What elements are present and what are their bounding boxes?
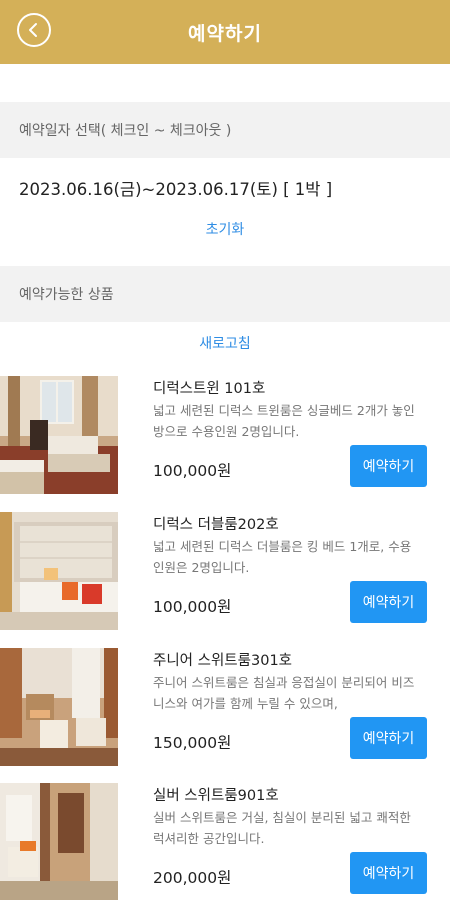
room-name: 주니어 스위트룸301호: [153, 653, 293, 669]
room-item: 실버 스위트룸901호 실버 스위트룸은 거실, 침실이 분리된 넓고 쾌적한 …: [0, 783, 450, 900]
room-description: 실버 스위트룸은 거실, 침실이 분리된 넓고 쾌적한 럭셔리한 공간입니다.: [153, 810, 411, 846]
page-title: 예약하기: [188, 23, 262, 45]
app-bar: 예약하기: [0, 0, 450, 64]
room-photo: [0, 648, 118, 766]
room-description: 넓고 세련된 디럭스 더블룸은 킹 베드 1개로, 수용인원은 2명입니다.: [153, 539, 412, 575]
room-price: 100,000원: [153, 598, 232, 616]
room-item: 디럭스 더블룸202호 넓고 세련된 디럭스 더블룸은 킹 베드 1개로, 수용…: [0, 512, 450, 642]
date-section-header: 예약일자 선택( 체크인 ~ 체크아웃 ): [0, 102, 450, 158]
room-photo: [0, 512, 118, 630]
selected-date-range[interactable]: 2023.06.16(금)~2023.06.17(토) [ 1박 ]: [19, 176, 332, 200]
room-photo: [0, 783, 118, 900]
book-button[interactable]: 예약하기: [350, 445, 427, 487]
room-description: 주니어 스위트룸은 침실과 응접실이 분리되어 비즈니스와 여가를 함께 누릴 …: [153, 675, 415, 711]
products-section-header: 예약가능한 상품: [0, 266, 450, 322]
room-price: 200,000원: [153, 869, 232, 887]
book-button[interactable]: 예약하기: [350, 717, 427, 759]
refresh-link[interactable]: 새로고침: [0, 333, 450, 353]
book-button[interactable]: 예약하기: [350, 581, 427, 623]
reset-link[interactable]: 초기화: [0, 219, 450, 239]
room-description: 넓고 세련된 디럭스 트윈룸은 싱글베드 2개가 놓인방으로 수용인원 2명입니…: [153, 403, 415, 439]
room-item: 주니어 스위트룸301호 주니어 스위트룸은 침실과 응접실이 분리되어 비즈니…: [0, 648, 450, 778]
room-name: 디럭스 더블룸202호: [153, 517, 279, 533]
room-photo: [0, 376, 118, 494]
room-name: 실버 스위트룸901호: [153, 788, 279, 804]
book-button[interactable]: 예약하기: [350, 852, 427, 894]
room-price: 150,000원: [153, 734, 232, 752]
room-item: 디럭스트윈 101호 넓고 세련된 디럭스 트윈룸은 싱글베드 2개가 놓인방으…: [0, 376, 450, 506]
room-name: 디럭스트윈 101호: [153, 381, 266, 397]
room-price: 100,000원: [153, 462, 232, 480]
